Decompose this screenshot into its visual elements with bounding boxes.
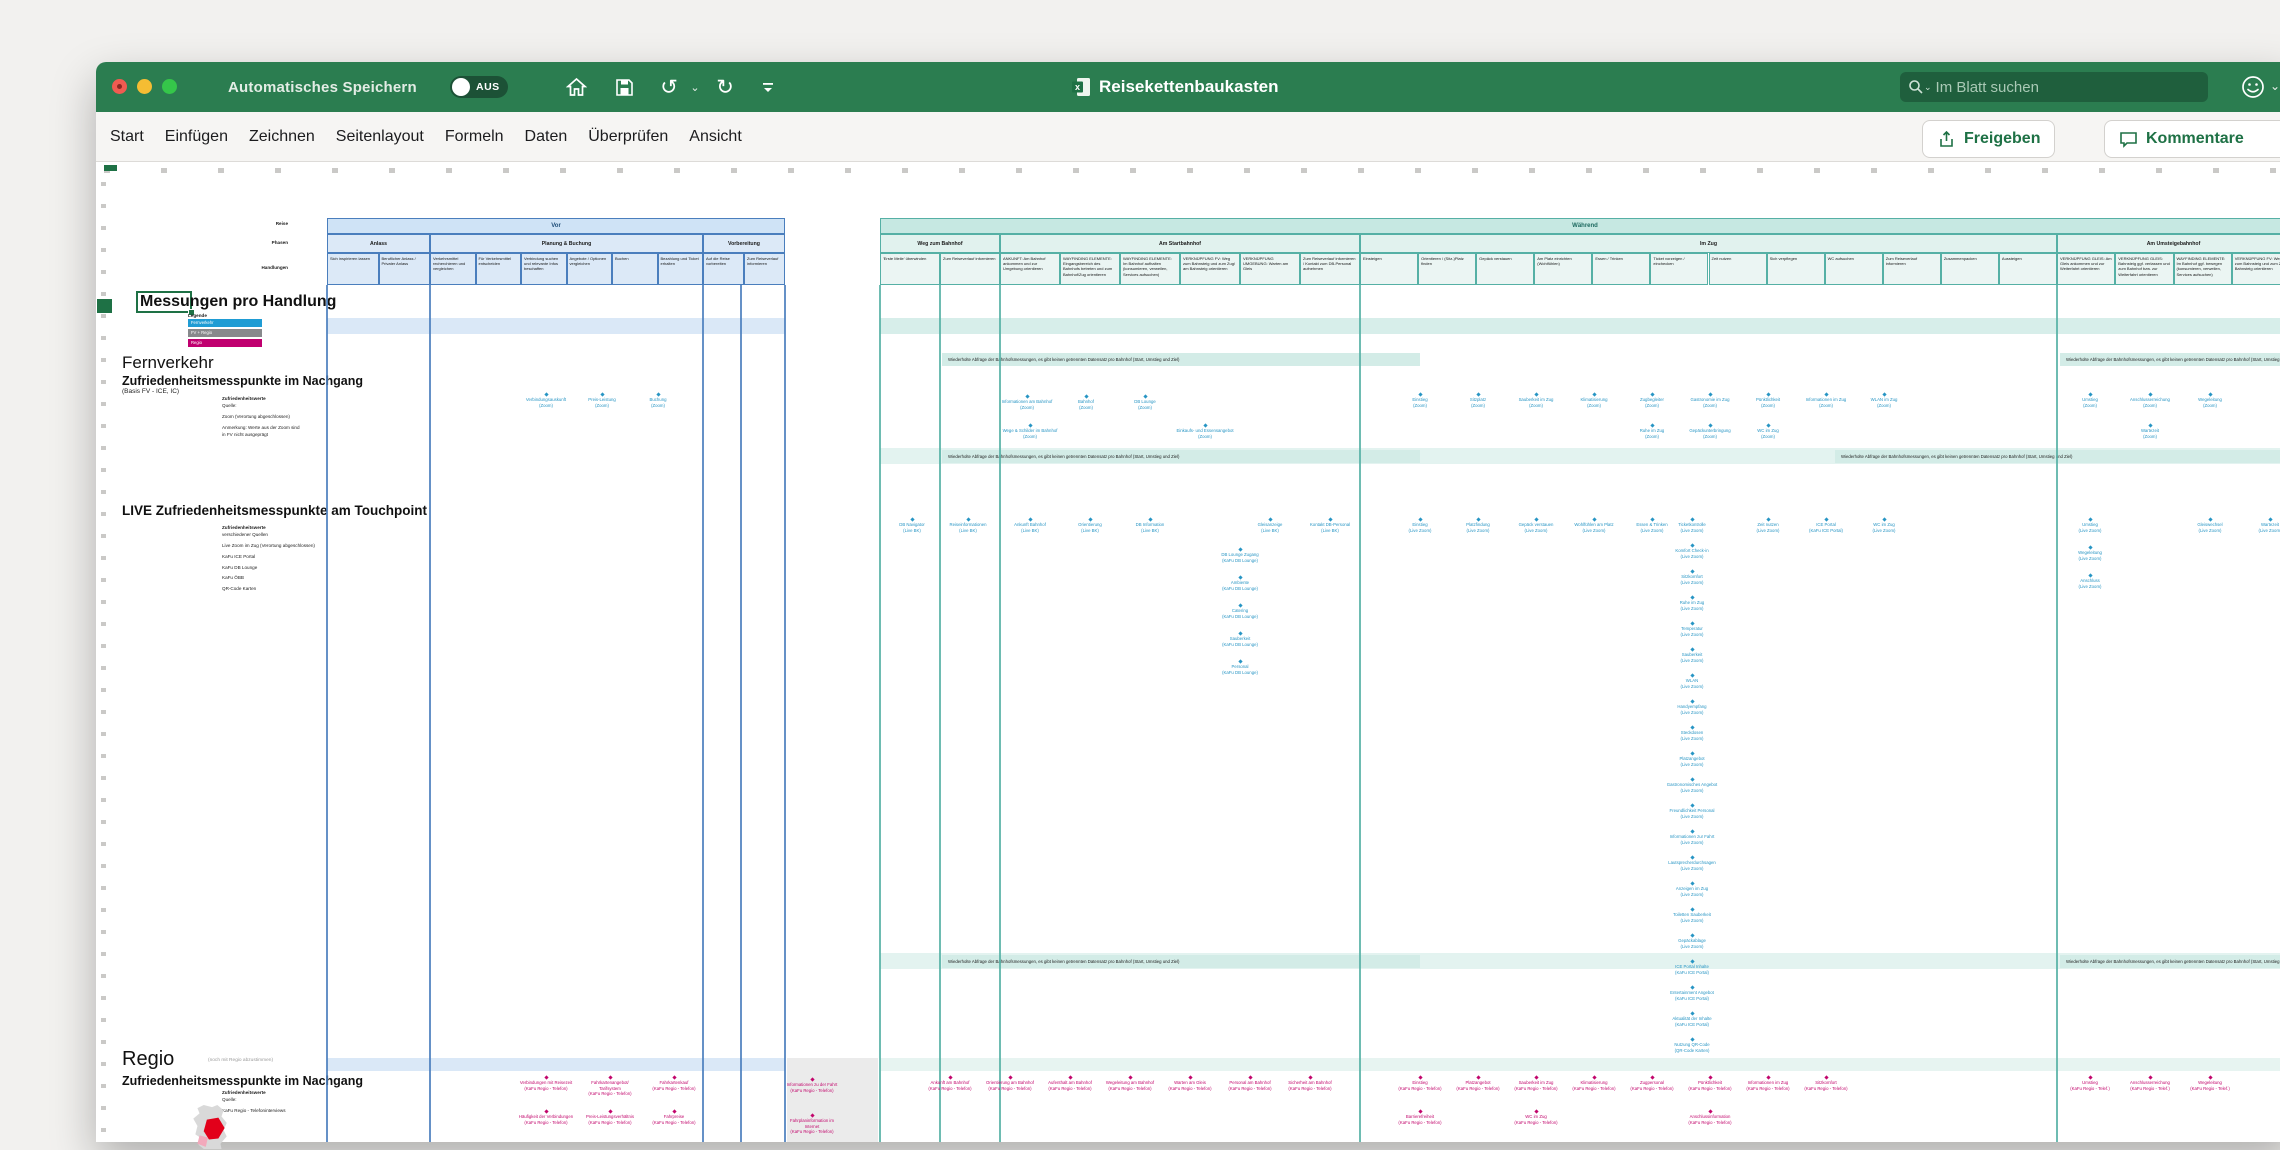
comment-icon <box>2120 131 2137 148</box>
column-header-cell[interactable]: 'Erste Meile' überwinden <box>880 253 940 285</box>
save-icon[interactable] <box>612 62 636 112</box>
column-header-cell[interactable]: VERKNÜPFUNG GLEIS: Bahnsteig ggf. verlas… <box>2115 253 2174 285</box>
column-header-cell[interactable]: Ticket vorzeigen / einchecken <box>1650 253 1709 285</box>
column-header-cell[interactable]: Sich inspirieren lassen <box>327 253 379 285</box>
phase-group-cell[interactable]: Weg zum Bahnhof <box>880 234 1000 253</box>
autosave-toggle[interactable]: AUS <box>450 76 508 98</box>
search-input[interactable]: ⌄ Im Blatt suchen <box>1900 72 2208 102</box>
tab-einfügen[interactable]: Einfügen <box>165 128 249 146</box>
excel-document-icon: x <box>1072 78 1090 96</box>
more-commands-icon[interactable] <box>758 62 778 112</box>
column-header-cell[interactable]: Verkehrsmittel recherchieren und verglei… <box>430 253 476 285</box>
column-header-cell[interactable]: ANKUNFT: Am Bahnhof ankommen und zur Umg… <box>1000 253 1060 285</box>
undo-chevron-icon[interactable]: ⌄ <box>688 62 702 112</box>
column-header-cell[interactable]: Buchen <box>612 253 658 285</box>
document-title: Reisekettenbaukasten <box>1099 77 1279 96</box>
comments-button-label: Kommentare <box>2146 130 2244 147</box>
redo-icon[interactable]: ↻ <box>712 62 738 112</box>
tab-formeln[interactable]: Formeln <box>445 128 525 146</box>
column-header-cell[interactable]: Für Verkehrsmittel entscheiden <box>475 253 521 285</box>
column-header-cell[interactable]: WAYFINDING ELEMENTE: Im Bahnhof aufhalte… <box>1120 253 1180 285</box>
home-icon[interactable] <box>564 62 588 112</box>
smiley-chevron-icon[interactable]: ⌄ <box>2270 79 2280 93</box>
column-header-cell[interactable]: Aussteigen <box>1998 253 2057 285</box>
fullscreen-button[interactable] <box>162 79 177 94</box>
phase-group-cell[interactable]: Im Zug <box>1360 234 2057 253</box>
column-header-cell[interactable]: Am Platz einrichten (Wohlfühlen) <box>1534 253 1593 285</box>
column-header-cell[interactable]: WAYFINDING ELEMENTE: Im Bahnhof ggf. bew… <box>2173 253 2232 285</box>
column-header-cell[interactable]: Zum Reiseverlauf informieren <box>1882 253 1941 285</box>
row-headers-strip[interactable] <box>101 182 106 1138</box>
column-header-cell[interactable]: Einsteigen <box>1360 253 1419 285</box>
column-header-cell[interactable]: Orientieren / (Sitz-)Platz finden <box>1418 253 1477 285</box>
column-header-cell[interactable]: Zeit nutzen <box>1708 253 1767 285</box>
tab-zeichnen[interactable]: Zeichnen <box>249 128 336 146</box>
phase-group-cell[interactable]: Am Umsteigebahnhof <box>2057 234 2280 253</box>
search-placeholder: Im Blatt suchen <box>1935 78 2039 96</box>
column-header-cell[interactable]: WC aufsuchen <box>1824 253 1883 285</box>
table-title-cell[interactable]: Vor <box>327 218 785 234</box>
column-header-cell[interactable]: Zum Reiseverlauf informieren <box>940 253 1000 285</box>
search-icon <box>1909 80 1923 94</box>
column-header-cell[interactable]: Gepäck verstauen <box>1476 253 1535 285</box>
phase-group-cell[interactable]: Planung & Buchung <box>430 234 703 253</box>
tab-seitenlayout[interactable]: Seitenlayout <box>336 128 445 146</box>
tab-ansicht[interactable]: Ansicht <box>689 128 762 146</box>
column-header-cell[interactable]: Auf die Reise vorbereiten <box>703 253 744 285</box>
search-scope-chevron-icon: ⌄ <box>1924 81 1932 92</box>
column-header-cell[interactable]: Beruflicher Anlass / Privater Anlass <box>378 253 430 285</box>
phase-group-cell[interactable]: Am Startbahnhof <box>1000 234 1360 253</box>
comments-button[interactable]: Kommentare <box>2104 120 2280 158</box>
column-header-cell[interactable]: Zusammenpacken <box>1940 253 1999 285</box>
svg-text:x: x <box>1075 82 1080 92</box>
column-header-cell[interactable]: Verbindung suchen und relevante Infos be… <box>521 253 567 285</box>
column-headers-strip[interactable] <box>104 168 2280 173</box>
share-icon <box>1940 130 1953 147</box>
fill-handle[interactable] <box>188 309 195 316</box>
tab-überprüfen[interactable]: Überprüfen <box>588 128 689 146</box>
toggle-knob <box>452 78 470 96</box>
feedback-smiley-icon[interactable] <box>2240 74 2266 100</box>
column-header-cell[interactable]: Angebote / Optionen vergleichen <box>566 253 612 285</box>
sheet-background[interactable] <box>96 162 2280 1142</box>
column-header-cell[interactable]: VERKNÜPFUNG UMGEBUNG: Warten am Gleis <box>1240 253 1300 285</box>
minimize-button[interactable] <box>137 79 152 94</box>
document-title-group: x Reisekettenbaukasten <box>1072 62 1279 112</box>
column-header-cell[interactable]: Bezahlung und Ticket erhalten <box>657 253 703 285</box>
column-header-cell[interactable]: VERKNÜPFUNG FV: Weg zum Bahnsteig und zu… <box>1180 253 1240 285</box>
share-button-label: Freigeben <box>1964 130 2041 147</box>
autosave-state: AUS <box>476 81 500 93</box>
column-header-cell[interactable]: VERKNÜPFUNG FV: Weg zum Bahnsteig und zu… <box>2231 253 2280 285</box>
undo-icon[interactable]: ↺ <box>656 62 682 112</box>
tab-start[interactable]: Start <box>110 128 165 146</box>
column-header-cell[interactable]: VERKNÜPFUNG GLEIS: Am Gleis ankommen und… <box>2057 253 2116 285</box>
table-title-cell[interactable]: Während <box>880 218 2280 234</box>
phase-group-cell[interactable]: Vorbereitung <box>703 234 785 253</box>
column-header-cell[interactable]: WAYFINDING ELEMENTE: Eingangsbereich des… <box>1060 253 1120 285</box>
autosave-label: Automatisches Speichern <box>228 78 417 96</box>
window-titlebar: Automatisches Speichern AUS ↺ ⌄ ↻ x Reis… <box>96 62 2280 112</box>
close-button[interactable] <box>112 79 127 94</box>
selected-cell-outline[interactable] <box>136 291 192 313</box>
tab-daten[interactable]: Daten <box>525 128 589 146</box>
column-header-cell[interactable]: Sich verpflegen <box>1766 253 1825 285</box>
phase-group-cell[interactable]: Anlass <box>327 234 430 253</box>
column-header-cell[interactable]: Zum Reiseverlauf informieren / Kontakt z… <box>1300 253 1360 285</box>
ribbon-tab-bar: Start Einfügen Zeichnen Seitenlayout Formeln… <box>96 112 2280 162</box>
share-button[interactable]: Freigeben <box>1922 120 2056 158</box>
column-header-cell[interactable]: Zum Reiseverlauf informieren <box>744 253 785 285</box>
column-header-cell[interactable]: Essen / Trinken <box>1592 253 1651 285</box>
